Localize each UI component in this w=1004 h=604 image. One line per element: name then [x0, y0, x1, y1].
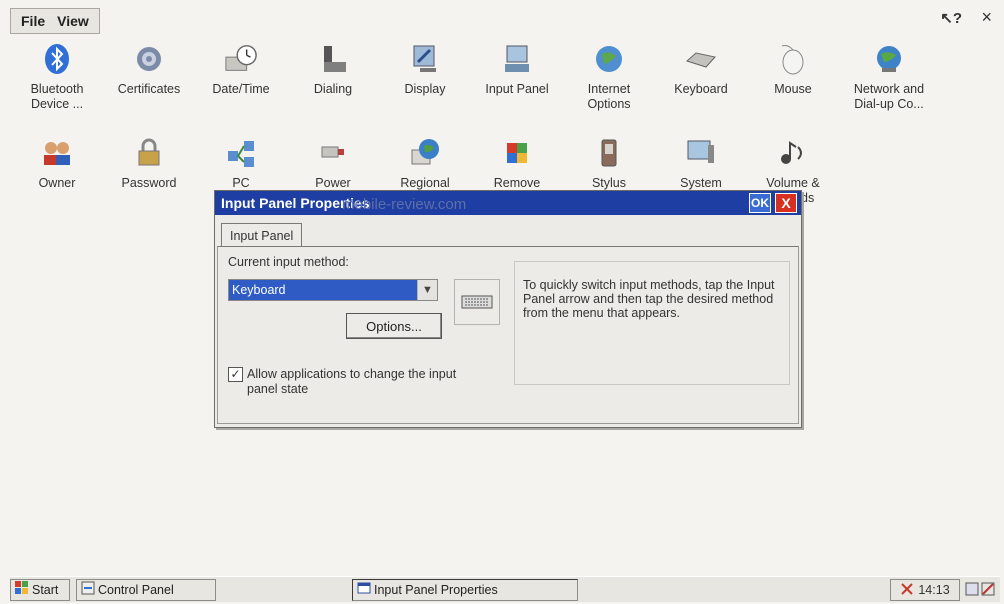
control-item-regional[interactable]: Regional: [382, 136, 468, 191]
watermark: mobile-review.com: [342, 196, 467, 213]
input-method-select[interactable]: Keyboard ▼: [228, 279, 438, 301]
pc-icon: [224, 136, 258, 170]
control-item-label: Network and Dial-up Co...: [853, 82, 925, 111]
keyboard-preview-icon: [454, 279, 500, 325]
system-tray: 14:13: [890, 579, 960, 601]
taskbar-input-panel-properties[interactable]: Input Panel Properties: [352, 578, 578, 601]
taskbar-control-panel[interactable]: Control Panel: [76, 578, 216, 601]
tab-panel: Current input method: Keyboard ▼ Options…: [217, 246, 799, 424]
stylus-icon: [592, 136, 626, 170]
clock-icon: [224, 42, 258, 76]
remove-icon: [500, 136, 534, 170]
menu-bar: File View: [10, 8, 100, 34]
control-item-input-panel[interactable]: Input Panel: [474, 42, 560, 97]
control-item-dialing[interactable]: Dialing: [290, 42, 376, 97]
input-panel-icon: [500, 42, 534, 76]
control-item-label: Mouse: [774, 82, 812, 96]
control-item-system[interactable]: System: [658, 136, 744, 191]
options-button[interactable]: Options...: [346, 313, 442, 339]
ok-button[interactable]: OK: [749, 193, 771, 213]
gear-icon: [132, 42, 166, 76]
power-icon: [316, 136, 350, 170]
control-item-label: Bluetooth Device ...: [30, 82, 84, 111]
allow-apps-checkbox[interactable]: ✓: [228, 367, 243, 382]
control-item-remove[interactable]: Remove: [474, 136, 560, 191]
control-item-label: Owner: [38, 176, 76, 190]
dialog-title: Input Panel Properties: [215, 191, 801, 215]
tab-input-panel[interactable]: Input Panel: [221, 223, 303, 247]
close-window-button[interactable]: ×: [981, 7, 992, 28]
control-item-keyboard[interactable]: Keyboard: [658, 42, 744, 97]
dialog-close-button[interactable]: X: [775, 193, 797, 213]
desktop-screen: File View ↖? × Bluetooth Device ... Cert…: [0, 0, 1004, 604]
control-item-power[interactable]: Power: [290, 136, 376, 191]
chevron-down-icon[interactable]: ▼: [417, 280, 437, 300]
system-icon: [684, 136, 718, 170]
taskbar: Start Control Panel Input Panel Properti…: [10, 576, 1000, 602]
display-icon: [408, 42, 442, 76]
input-panel-toggle-icon[interactable]: [981, 582, 995, 599]
regional-icon: [408, 136, 442, 170]
desktop-icon[interactable]: [965, 582, 979, 599]
control-item-pc[interactable]: PC: [198, 136, 284, 191]
start-button[interactable]: Start: [10, 578, 70, 601]
help-button[interactable]: ↖?: [940, 9, 962, 27]
keyboard-icon: [684, 42, 718, 76]
control-item-owner[interactable]: Owner: [14, 136, 100, 191]
bluetooth-icon: [40, 42, 74, 76]
control-item-datetime[interactable]: Date/Time: [198, 42, 284, 97]
control-item-label: Remove: [493, 176, 541, 190]
start-label: Start: [32, 582, 59, 597]
clock-time[interactable]: 14:13: [918, 583, 949, 597]
tray-buttons: [964, 579, 996, 601]
control-item-bluetooth[interactable]: Bluetooth Device ...: [14, 42, 100, 112]
globe-icon: [592, 42, 626, 76]
control-item-label: Regional: [400, 176, 450, 190]
input-panel-properties-dialog: Input Panel Properties OK X Input Panel …: [214, 190, 802, 428]
windows-flag-icon: [15, 581, 29, 598]
control-item-label: Display: [404, 82, 446, 96]
control-item-label: Certificates: [117, 82, 181, 96]
taskbar-item-label: Input Panel Properties: [374, 582, 498, 597]
input-method-label: Current input method:: [228, 255, 349, 269]
control-item-label: PC: [232, 176, 250, 190]
window-icon: [357, 582, 371, 597]
menu-view[interactable]: View: [57, 13, 89, 29]
control-item-mouse[interactable]: Mouse: [750, 42, 836, 97]
control-item-network[interactable]: Network and Dial-up Co...: [846, 42, 932, 112]
volume-icon: [776, 136, 810, 170]
network-status-icon[interactable]: [900, 582, 914, 599]
mouse-icon: [776, 42, 810, 76]
control-item-label: Power: [315, 176, 351, 190]
control-item-stylus[interactable]: Stylus: [566, 136, 652, 191]
network-icon: [872, 42, 906, 76]
phone-icon: [316, 42, 350, 76]
control-item-password[interactable]: Password: [106, 136, 192, 191]
input-method-value: Keyboard: [229, 280, 417, 300]
info-box: To quickly switch input methods, tap the…: [514, 261, 790, 385]
lock-icon: [132, 136, 166, 170]
info-text: To quickly switch input methods, tap the…: [523, 278, 775, 320]
menu-file[interactable]: File: [21, 13, 45, 29]
control-item-certificates[interactable]: Certificates: [106, 42, 192, 97]
allow-apps-checkbox-row[interactable]: ✓ Allow applications to change the input…: [228, 367, 488, 397]
checkbox-label: Allow applications to change the input p…: [247, 367, 457, 396]
control-item-internet-options[interactable]: Internet Options: [566, 42, 652, 112]
control-item-label: Date/Time: [212, 82, 270, 96]
control-item-label: System: [680, 176, 722, 190]
control-item-label: Keyboard: [674, 82, 728, 96]
control-item-display[interactable]: Display: [382, 42, 468, 97]
control-item-label: Dialing: [313, 82, 353, 96]
control-item-label: Internet Options: [587, 82, 631, 111]
control-item-label: Password: [121, 176, 177, 190]
taskbar-item-label: Control Panel: [98, 582, 174, 597]
owner-icon: [40, 136, 74, 170]
control-panel-icon: [81, 581, 95, 598]
control-item-label: Stylus: [591, 176, 627, 190]
control-item-label: Input Panel: [485, 82, 549, 96]
